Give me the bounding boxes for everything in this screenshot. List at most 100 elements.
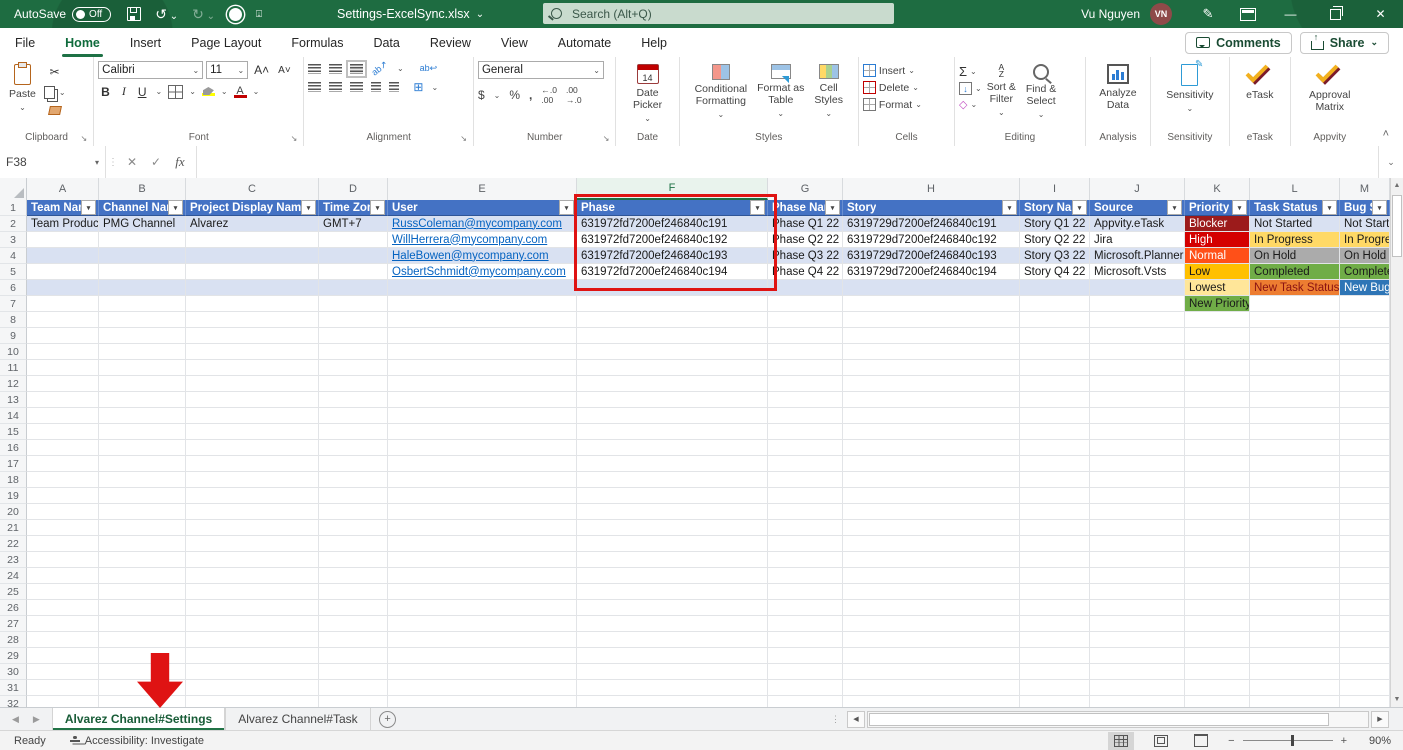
cell-K12[interactable] — [1185, 376, 1250, 392]
cell-K25[interactable] — [1185, 584, 1250, 600]
cell-C18[interactable] — [186, 472, 319, 488]
cell-J17[interactable] — [1090, 456, 1185, 472]
cell-J15[interactable] — [1090, 424, 1185, 440]
increase-font-icon[interactable]: A˄ — [251, 61, 272, 79]
cell-G18[interactable] — [768, 472, 843, 488]
cell-B20[interactable] — [99, 504, 186, 520]
cell-L31[interactable] — [1250, 680, 1340, 696]
analyze-data-button[interactable]: Analyze Data — [1094, 61, 1141, 114]
cell-I23[interactable] — [1020, 552, 1090, 568]
cell-C10[interactable] — [186, 344, 319, 360]
cell-A5[interactable] — [27, 264, 99, 280]
cell-K13[interactable] — [1185, 392, 1250, 408]
row-header-21[interactable]: 21 — [0, 520, 27, 536]
cell-C22[interactable] — [186, 536, 319, 552]
cell-F7[interactable] — [577, 296, 768, 312]
cell-K14[interactable] — [1185, 408, 1250, 424]
cell-G28[interactable] — [768, 632, 843, 648]
cell-G11[interactable] — [768, 360, 843, 376]
align-left-icon[interactable] — [308, 82, 321, 92]
cell-B6[interactable] — [99, 280, 186, 296]
cell-D30[interactable] — [319, 664, 388, 680]
cell-E13[interactable] — [388, 392, 577, 408]
cell-I21[interactable] — [1020, 520, 1090, 536]
expand-formula-bar-icon[interactable]: ⌄ — [1378, 146, 1403, 178]
cell-I5[interactable]: Story Q4 22 — [1020, 264, 1090, 280]
conditional-formatting-button[interactable]: Conditional Formatting⌄ — [690, 61, 753, 122]
cell-H16[interactable] — [843, 440, 1020, 456]
cell-E1[interactable]: User▾ — [388, 200, 577, 216]
cell-C11[interactable] — [186, 360, 319, 376]
cell-L27[interactable] — [1250, 616, 1340, 632]
next-sheet-icon[interactable]: ▶ — [33, 714, 40, 725]
row-header-14[interactable]: 14 — [0, 408, 27, 424]
cell-G2[interactable]: Phase Q1 22 — [768, 216, 843, 232]
cell-E19[interactable] — [388, 488, 577, 504]
cell-E27[interactable] — [388, 616, 577, 632]
cell-H19[interactable] — [843, 488, 1020, 504]
scroll-right-icon[interactable]: ▶ — [1371, 711, 1389, 728]
cell-C2[interactable]: Alvarez — [186, 216, 319, 232]
filter-icon-H[interactable]: ▾ — [1002, 200, 1017, 215]
autosum-button[interactable]: Σ⌄ — [959, 64, 982, 79]
cell-E23[interactable] — [388, 552, 577, 568]
cell-J16[interactable] — [1090, 440, 1185, 456]
cell-F9[interactable] — [577, 328, 768, 344]
cell-D24[interactable] — [319, 568, 388, 584]
cell-G23[interactable] — [768, 552, 843, 568]
scroll-left-icon[interactable]: ◀ — [847, 711, 865, 728]
cell-L5[interactable]: Completed — [1250, 264, 1340, 280]
cell-J9[interactable] — [1090, 328, 1185, 344]
cell-I9[interactable] — [1020, 328, 1090, 344]
row-header-18[interactable]: 18 — [0, 472, 27, 488]
user-name[interactable]: Vu Nguyen — [1081, 7, 1140, 21]
ribbon-tab-data[interactable]: Data — [358, 28, 414, 57]
page-break-view-button[interactable] — [1188, 732, 1214, 750]
cell-A16[interactable] — [27, 440, 99, 456]
cell-C17[interactable] — [186, 456, 319, 472]
sort-filter-button[interactable]: AZ Sort & Filter⌄ — [982, 61, 1021, 120]
cell-E8[interactable] — [388, 312, 577, 328]
cell-K7[interactable]: New Priority — [1185, 296, 1250, 312]
cell-B32[interactable] — [99, 696, 186, 707]
row-header-16[interactable]: 16 — [0, 440, 27, 456]
cell-E9[interactable] — [388, 328, 577, 344]
cell-I24[interactable] — [1020, 568, 1090, 584]
cell-M22[interactable] — [1340, 536, 1390, 552]
cell-C5[interactable] — [186, 264, 319, 280]
cell-F10[interactable] — [577, 344, 768, 360]
cell-M17[interactable] — [1340, 456, 1390, 472]
cell-L13[interactable] — [1250, 392, 1340, 408]
cell-L22[interactable] — [1250, 536, 1340, 552]
column-header-G[interactable]: G — [768, 178, 843, 200]
bottom-align-icon[interactable] — [350, 64, 363, 74]
cell-L19[interactable] — [1250, 488, 1340, 504]
filter-icon-L[interactable]: ▾ — [1322, 200, 1337, 215]
cell-L28[interactable] — [1250, 632, 1340, 648]
row-header-9[interactable]: 9 — [0, 328, 27, 344]
row-header-12[interactable]: 12 — [0, 376, 27, 392]
cell-K10[interactable] — [1185, 344, 1250, 360]
cell-F5[interactable]: 631972fd7200ef246840c194 — [577, 264, 768, 280]
align-center-icon[interactable] — [329, 82, 342, 92]
cell-J20[interactable] — [1090, 504, 1185, 520]
cell-M7[interactable] — [1340, 296, 1390, 312]
borders-icon[interactable] — [168, 85, 183, 99]
cell-A10[interactable] — [27, 344, 99, 360]
cell-L21[interactable] — [1250, 520, 1340, 536]
font-dialog-launcher[interactable]: ↘ — [291, 134, 298, 143]
cell-A9[interactable] — [27, 328, 99, 344]
cell-M12[interactable] — [1340, 376, 1390, 392]
cell-G21[interactable] — [768, 520, 843, 536]
increase-indent-icon[interactable] — [389, 82, 399, 92]
cell-D28[interactable] — [319, 632, 388, 648]
row-header-8[interactable]: 8 — [0, 312, 27, 328]
cell-L10[interactable] — [1250, 344, 1340, 360]
cell-A13[interactable] — [27, 392, 99, 408]
cell-D26[interactable] — [319, 600, 388, 616]
cell-F4[interactable]: 631972fd7200ef246840c193 — [577, 248, 768, 264]
cell-D23[interactable] — [319, 552, 388, 568]
cell-C24[interactable] — [186, 568, 319, 584]
cell-L1[interactable]: Task Status▾ — [1250, 200, 1340, 216]
cell-G17[interactable] — [768, 456, 843, 472]
